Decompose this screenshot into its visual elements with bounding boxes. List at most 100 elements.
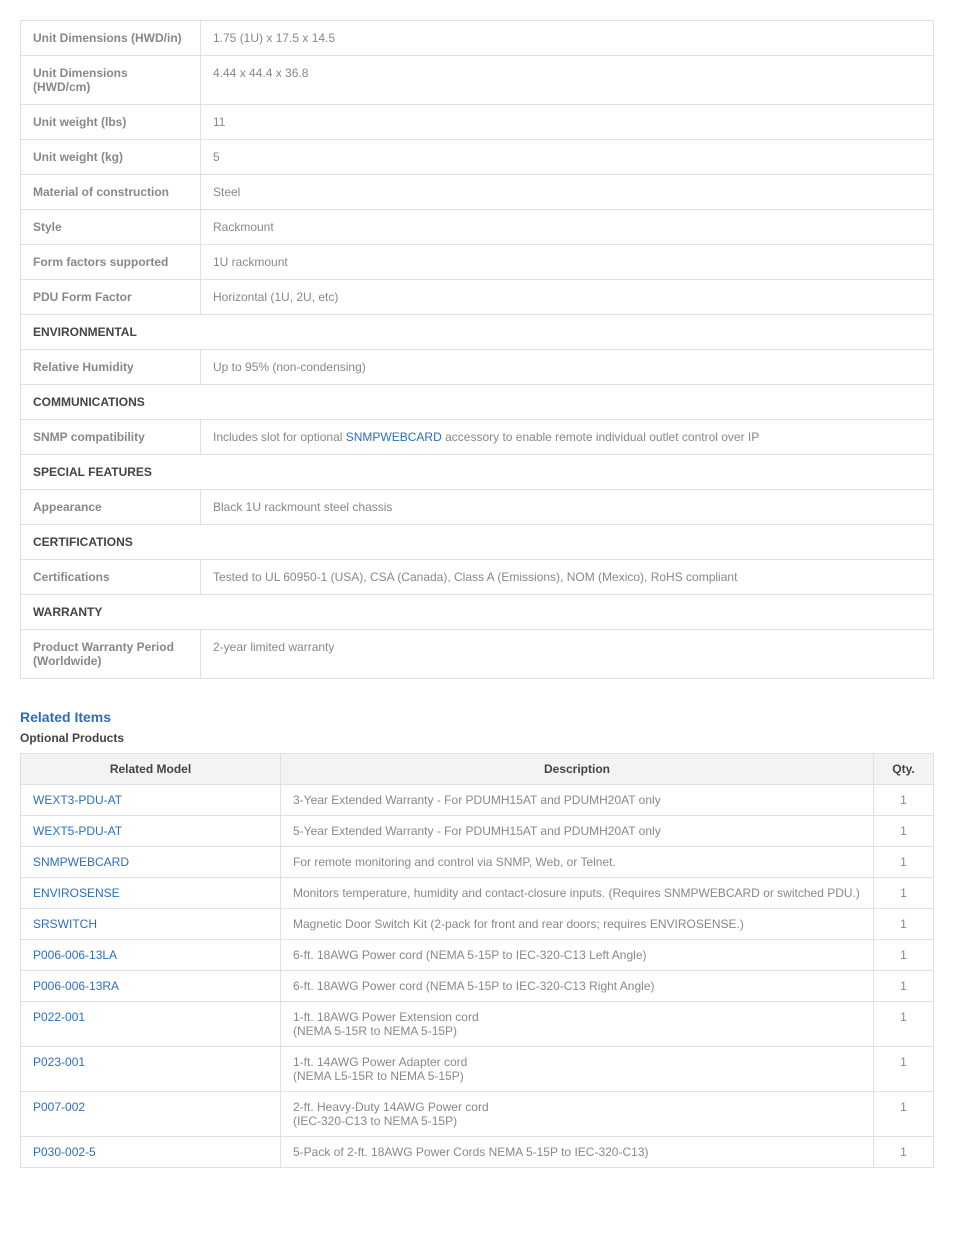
spec-label: Appearance xyxy=(21,490,201,525)
spec-value: 11 xyxy=(201,105,934,140)
spec-label: Form factors supported xyxy=(21,245,201,280)
spec-section-label: WARRANTY xyxy=(21,595,934,630)
spec-row: PDU Form FactorHorizontal (1U, 2U, etc) xyxy=(21,280,934,315)
spec-label: Material of construction xyxy=(21,175,201,210)
related-model-link[interactable]: SRSWITCH xyxy=(33,917,97,931)
spec-label: Product Warranty Period (Worldwide) xyxy=(21,630,201,679)
spec-row: Relative HumidityUp to 95% (non-condensi… xyxy=(21,350,934,385)
related-row: SNMPWEBCARD For remote monitoring and con… xyxy=(21,847,934,878)
related-qty-cell: 1 xyxy=(874,785,934,816)
specs-tbody: Unit Dimensions (HWD/in)1.75 (1U) x 17.5… xyxy=(21,21,934,679)
related-model-link[interactable]: P006-006-13LA xyxy=(33,948,117,962)
spec-value: 2-year limited warranty xyxy=(201,630,934,679)
spec-label: Certifications xyxy=(21,560,201,595)
related-model-link[interactable]: P022-001 xyxy=(33,1010,85,1024)
related-model-link[interactable]: P007-002 xyxy=(33,1100,85,1114)
related-model-cell: P007-002 xyxy=(21,1092,281,1137)
related-model-cell: SRSWITCH xyxy=(21,909,281,940)
spec-section-row: ENVIRONMENTAL xyxy=(21,315,934,350)
spec-row: Material of constructionSteel xyxy=(21,175,934,210)
related-model-link[interactable]: WEXT3-PDU-AT xyxy=(33,793,122,807)
related-qty-cell: 1 xyxy=(874,971,934,1002)
spec-value: 5 xyxy=(201,140,934,175)
spec-section-row: SPECIAL FEATURES xyxy=(21,455,934,490)
related-model-cell: P006-006-13LA xyxy=(21,940,281,971)
spec-value: Black 1U rackmount steel chassis xyxy=(201,490,934,525)
related-qty-cell: 1 xyxy=(874,1047,934,1092)
spec-label: Style xyxy=(21,210,201,245)
related-model-link[interactable]: WEXT5-PDU-AT xyxy=(33,824,122,838)
related-model-link[interactable]: P006-006-13RA xyxy=(33,979,119,993)
spec-value: 1.75 (1U) x 17.5 x 14.5 xyxy=(201,21,934,56)
spec-label: PDU Form Factor xyxy=(21,280,201,315)
spec-value: Rackmount xyxy=(201,210,934,245)
related-model-cell: WEXT5-PDU-AT xyxy=(21,816,281,847)
related-qty-cell: 1 xyxy=(874,816,934,847)
related-desc-cell: 6-ft. 18AWG Power cord (NEMA 5-15P to IE… xyxy=(281,940,874,971)
snmpwebcard-link[interactable]: SNMPWEBCARD xyxy=(346,430,442,444)
related-qty-cell: 1 xyxy=(874,878,934,909)
related-desc-cell: 3-Year Extended Warranty - For PDUMH15AT… xyxy=(281,785,874,816)
related-row: P006-006-13RA 6-ft. 18AWG Power cord (NEM… xyxy=(21,971,934,1002)
spec-label: SNMP compatibility xyxy=(21,420,201,455)
spec-section-row: WARRANTY xyxy=(21,595,934,630)
related-desc-cell: Magnetic Door Switch Kit (2-pack for fro… xyxy=(281,909,874,940)
optional-products-heading: Optional Products xyxy=(20,731,934,745)
spec-label: Relative Humidity xyxy=(21,350,201,385)
related-tbody: WEXT3-PDU-AT 3-Year Extended Warranty - F… xyxy=(21,785,934,1168)
spec-value: 4.44 x 44.4 x 36.8 xyxy=(201,56,934,105)
related-model-link[interactable]: P023-001 xyxy=(33,1055,85,1069)
related-header-row: Related Model Description Qty. xyxy=(21,754,934,785)
spec-value: 1U rackmount xyxy=(201,245,934,280)
related-row: SRSWITCH Magnetic Door Switch Kit (2-pack… xyxy=(21,909,934,940)
related-desc-cell: 2-ft. Heavy-Duty 14AWG Power cord (IEC-3… xyxy=(281,1092,874,1137)
spec-row: AppearanceBlack 1U rackmount steel chass… xyxy=(21,490,934,525)
related-items-heading: Related Items xyxy=(20,709,934,725)
related-model-link[interactable]: P030-002-5 xyxy=(33,1145,96,1159)
spec-row: CertificationsTested to UL 60950-1 (USA)… xyxy=(21,560,934,595)
spec-row: Unit weight (kg)5 xyxy=(21,140,934,175)
related-qty-cell: 1 xyxy=(874,909,934,940)
related-qty-cell: 1 xyxy=(874,1002,934,1047)
spec-value: Tested to UL 60950-1 (USA), CSA (Canada)… xyxy=(201,560,934,595)
spec-section-row: CERTIFICATIONS xyxy=(21,525,934,560)
spec-section-label: SPECIAL FEATURES xyxy=(21,455,934,490)
related-desc-cell: Monitors temperature, humidity and conta… xyxy=(281,878,874,909)
spec-value-post: accessory to enable remote individual ou… xyxy=(442,430,760,444)
related-desc-cell: 6-ft. 18AWG Power cord (NEMA 5-15P to IE… xyxy=(281,971,874,1002)
related-row: P006-006-13LA 6-ft. 18AWG Power cord (NEM… xyxy=(21,940,934,971)
related-model-cell: SNMPWEBCARD xyxy=(21,847,281,878)
related-row: P022-001 1-ft. 18AWG Power Extension cord… xyxy=(21,1002,934,1047)
spec-row: SNMP compatibilityIncludes slot for opti… xyxy=(21,420,934,455)
related-row: P030-002-5 5-Pack of 2-ft. 18AWG Power Co… xyxy=(21,1137,934,1168)
spec-section-row: COMMUNICATIONS xyxy=(21,385,934,420)
related-row: P023-001 1-ft. 14AWG Power Adapter cord (… xyxy=(21,1047,934,1092)
related-model-cell: P022-001 xyxy=(21,1002,281,1047)
related-row: WEXT3-PDU-AT 3-Year Extended Warranty - F… xyxy=(21,785,934,816)
related-qty-cell: 1 xyxy=(874,1137,934,1168)
spec-section-label: CERTIFICATIONS xyxy=(21,525,934,560)
related-desc-cell: 1-ft. 18AWG Power Extension cord (NEMA 5… xyxy=(281,1002,874,1047)
related-model-link[interactable]: ENVIROSENSE xyxy=(33,886,120,900)
spec-value-pre: Includes slot for optional xyxy=(213,430,346,444)
spec-value: Steel xyxy=(201,175,934,210)
related-desc-cell: For remote monitoring and control via SN… xyxy=(281,847,874,878)
related-desc-cell: 1-ft. 14AWG Power Adapter cord (NEMA L5-… xyxy=(281,1047,874,1092)
related-model-cell: WEXT3-PDU-AT xyxy=(21,785,281,816)
spec-value: Horizontal (1U, 2U, etc) xyxy=(201,280,934,315)
related-row: WEXT5-PDU-AT5-Year Extended Warranty - F… xyxy=(21,816,934,847)
related-row: P007-002 2-ft. Heavy-Duty 14AWG Power cor… xyxy=(21,1092,934,1137)
specs-table: Unit Dimensions (HWD/in)1.75 (1U) x 17.5… xyxy=(20,20,934,679)
related-col-model: Related Model xyxy=(21,754,281,785)
spec-value: Includes slot for optional SNMPWEBCARD a… xyxy=(201,420,934,455)
spec-row: Unit weight (lbs)11 xyxy=(21,105,934,140)
related-desc-cell: 5-Pack of 2-ft. 18AWG Power Cords NEMA 5… xyxy=(281,1137,874,1168)
related-model-cell: P030-002-5 xyxy=(21,1137,281,1168)
spec-label: Unit Dimensions (HWD/in) xyxy=(21,21,201,56)
spec-label: Unit Dimensions (HWD/cm) xyxy=(21,56,201,105)
related-model-link[interactable]: SNMPWEBCARD xyxy=(33,855,129,869)
related-col-desc: Description xyxy=(281,754,874,785)
spec-row: Product Warranty Period (Worldwide)2-yea… xyxy=(21,630,934,679)
related-row: ENVIROSENSE Monitors temperature, humidit… xyxy=(21,878,934,909)
spec-section-label: COMMUNICATIONS xyxy=(21,385,934,420)
